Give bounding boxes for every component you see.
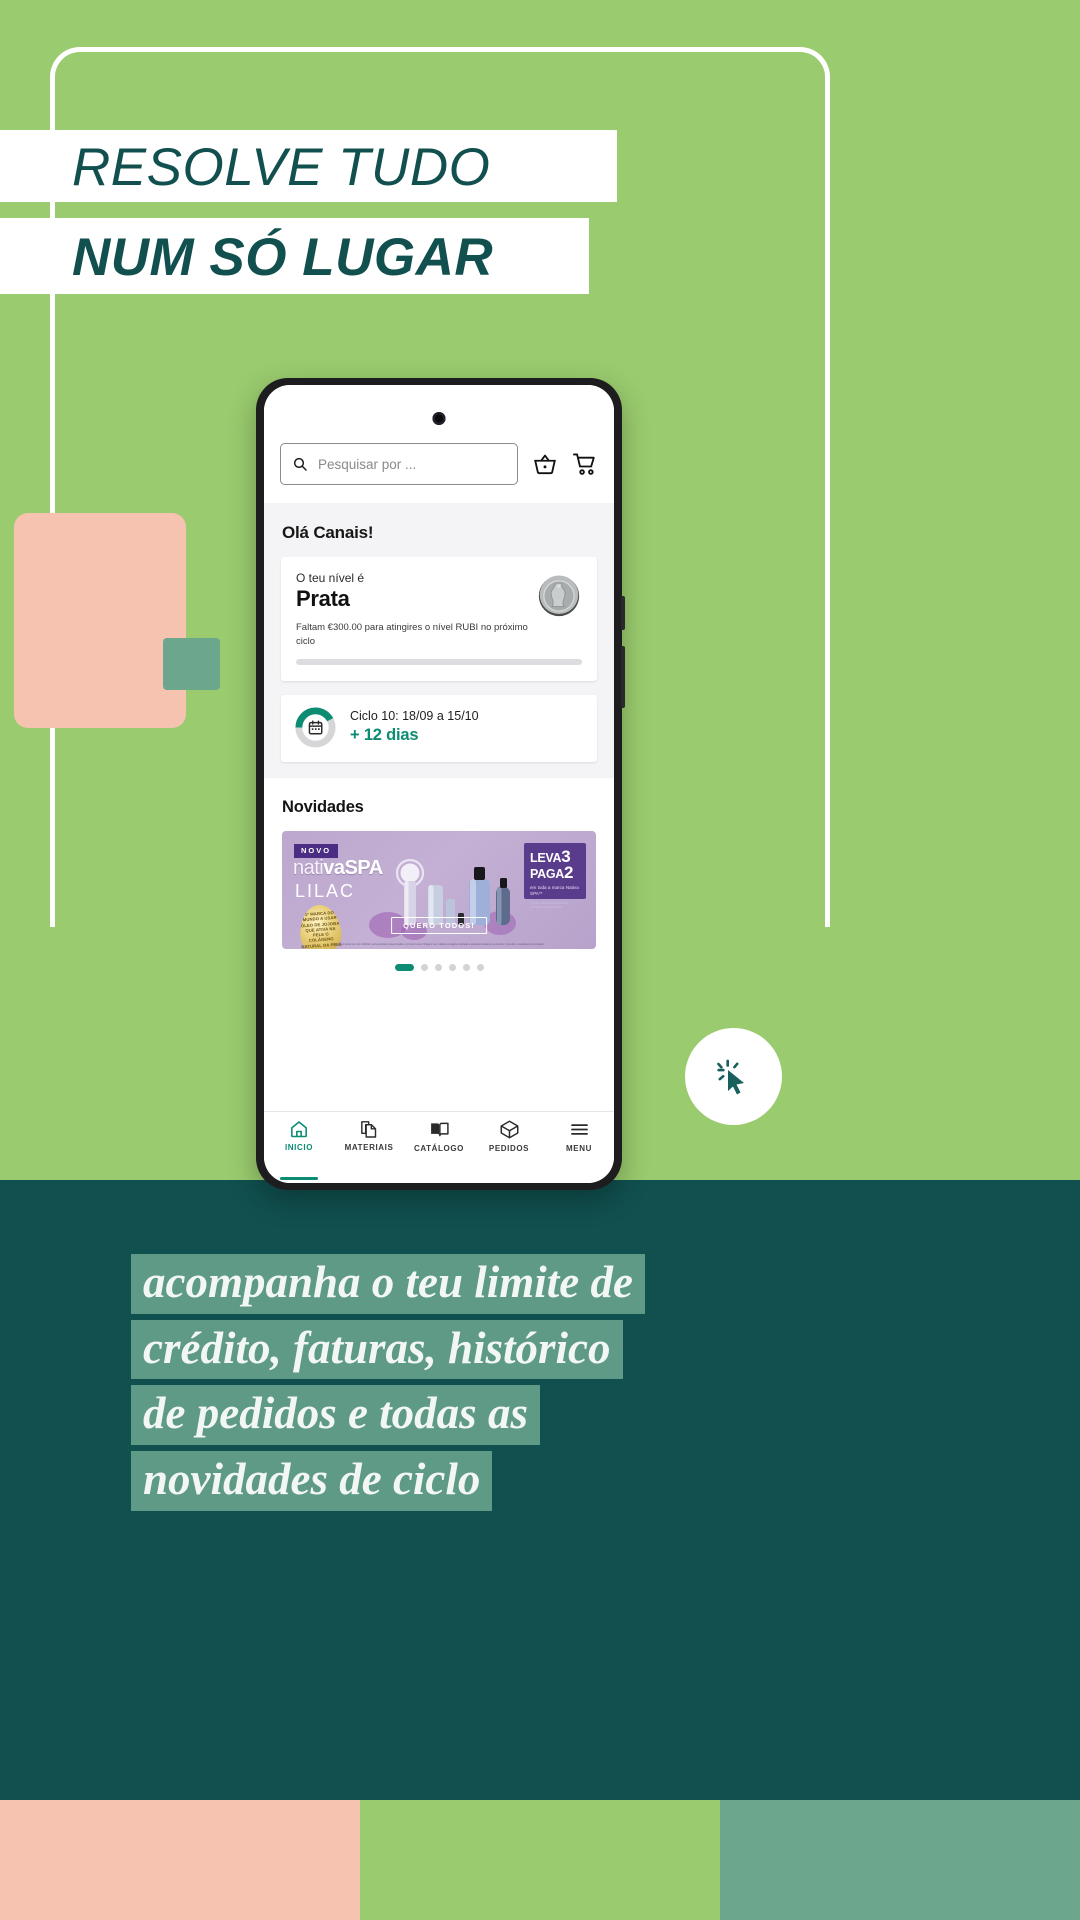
nav-item-menu[interactable]: MENU: [544, 1119, 614, 1173]
bottom-color-strip: [0, 1800, 1080, 1920]
nav-item-materiais[interactable]: MATERIAIS: [334, 1119, 404, 1173]
novidades-section: Novidades NOVO nativaSPA LILAC 1ª MARCA …: [264, 777, 614, 1111]
phone-mockup: Pesquisar por ... Olá Canais! O teu níve…: [256, 378, 625, 1190]
script-line-2: crédito, faturas, histórico: [131, 1319, 623, 1380]
banner-promo-box: LEVA3 PAGA2 em toda a marca Nativa SPA**…: [524, 842, 586, 909]
phone-volume-button: [621, 596, 625, 630]
banner-product-name: LILAC: [295, 880, 356, 901]
script-text-block: acompanha o teu limite de crédito, fatur…: [131, 1254, 645, 1517]
nav-label-inicio: INICIO: [284, 1143, 314, 1152]
phone-camera-punchhole: [432, 412, 446, 425]
search-placeholder-text: Pesquisar por ...: [318, 456, 417, 472]
headline-line-2: NUM SÓ LUGAR: [72, 228, 494, 287]
click-cursor-icon: [716, 1059, 744, 1094]
carousel-dot[interactable]: [462, 963, 470, 971]
nav-label-menu: MENU: [566, 1144, 592, 1153]
banner-promo-line2: PAGA2: [530, 863, 581, 883]
nav-item-catalogo[interactable]: CATÁLOGO: [404, 1119, 474, 1173]
banner-promo-subtext: em toda a marca Nativa SPA**: [530, 884, 579, 897]
silver-medal-icon: [538, 575, 580, 617]
script-line-4: novidades de ciclo: [131, 1451, 493, 1511]
search-input[interactable]: Pesquisar por ...: [280, 443, 518, 485]
carousel-dot[interactable]: [434, 963, 442, 971]
nav-item-pedidos[interactable]: PEDIDOS: [474, 1119, 544, 1173]
carousel-dots[interactable]: [282, 963, 596, 971]
nav-label-catalogo: CATÁLOGO: [414, 1144, 464, 1153]
script-line-3: de pedidos e todas as: [131, 1385, 540, 1446]
decorative-green-square: [163, 638, 220, 690]
banner-brand-light: nati: [293, 856, 324, 879]
dashboard-section: Olá Canais! O teu nível é Prata Faltam €…: [264, 503, 614, 778]
greeting-text: Olá Canais!: [282, 523, 374, 542]
banner-novo-badge: NOVO: [294, 843, 339, 858]
strip-muted-green: [720, 1800, 1080, 1920]
level-card[interactable]: O teu nível é Prata Faltam €300.00 para …: [281, 557, 597, 681]
hamburger-icon: [570, 1124, 588, 1135]
phone-power-button: [621, 646, 625, 708]
home-icon: [291, 1121, 307, 1138]
click-cursor-badge: [685, 1028, 782, 1125]
book-icon: [430, 1122, 449, 1137]
app-header: Pesquisar por ...: [264, 385, 614, 503]
promo-leva-label: LEVA: [530, 850, 562, 865]
level-progress-note: Faltam €300.00 para atingires o nível RU…: [296, 622, 528, 647]
banner-promo-subtext2: Promo válida somente nos produtos seleci…: [530, 901, 568, 910]
nav-label-materiais: MATERIAIS: [344, 1143, 394, 1152]
bottom-navigation: INICIO MATERIAIS CATÁLOGO PEDIDOS MENU: [264, 1111, 614, 1180]
strip-green: [360, 1800, 720, 1920]
box-icon: [500, 1120, 518, 1139]
carousel-dot[interactable]: [420, 963, 428, 971]
documents-icon: [361, 1121, 377, 1138]
banner-promo-line1: LEVA3: [530, 848, 581, 866]
headline-band-2: NUM SÓ LUGAR: [0, 218, 589, 294]
carousel-dot[interactable]: [448, 963, 456, 971]
calendar-icon: [308, 720, 323, 735]
level-progress-bar: [296, 658, 582, 665]
cycle-range-text: Ciclo 10: 18/09 a 15/10: [350, 709, 479, 724]
phone-screen: Pesquisar por ... Olá Canais! O teu níve…: [264, 385, 614, 1183]
carousel-dot-active[interactable]: [394, 963, 414, 971]
nav-active-underline: [280, 1177, 318, 1180]
nav-label-pedidos: PEDIDOS: [488, 1144, 530, 1153]
banner-cta-button[interactable]: QUERO TODOS!: [391, 916, 487, 934]
novidades-title: Novidades: [282, 797, 364, 816]
banner-legal-text: Válido somente no mês 10/2024, para prod…: [333, 942, 545, 946]
carousel-dot[interactable]: [476, 963, 484, 971]
headline-line-1: RESOLVE TUDO: [72, 138, 491, 197]
nav-item-inicio[interactable]: INICIO: [264, 1119, 334, 1180]
strip-peach: [0, 1800, 360, 1920]
promo-banner[interactable]: NOVO nativaSPA LILAC 1ª MARCA DO MUNDO A…: [282, 830, 596, 949]
script-line-1: acompanha o teu limite de: [131, 1254, 645, 1314]
promo-paga-number: 2: [564, 863, 574, 883]
search-icon: [293, 457, 307, 471]
basket-icon[interactable]: [532, 451, 558, 477]
cycle-card[interactable]: Ciclo 10: 18/09 a 15/10 + 12 dias: [281, 694, 597, 762]
promo-paga-label: PAGA: [530, 867, 564, 882]
cycle-progress-ring: [294, 706, 337, 749]
cart-icon[interactable]: [572, 451, 598, 477]
decorative-peach-rectangle: [14, 513, 186, 728]
headline-band-1: RESOLVE TUDO: [0, 130, 617, 202]
cycle-days-remaining: + 12 dias: [350, 726, 419, 745]
